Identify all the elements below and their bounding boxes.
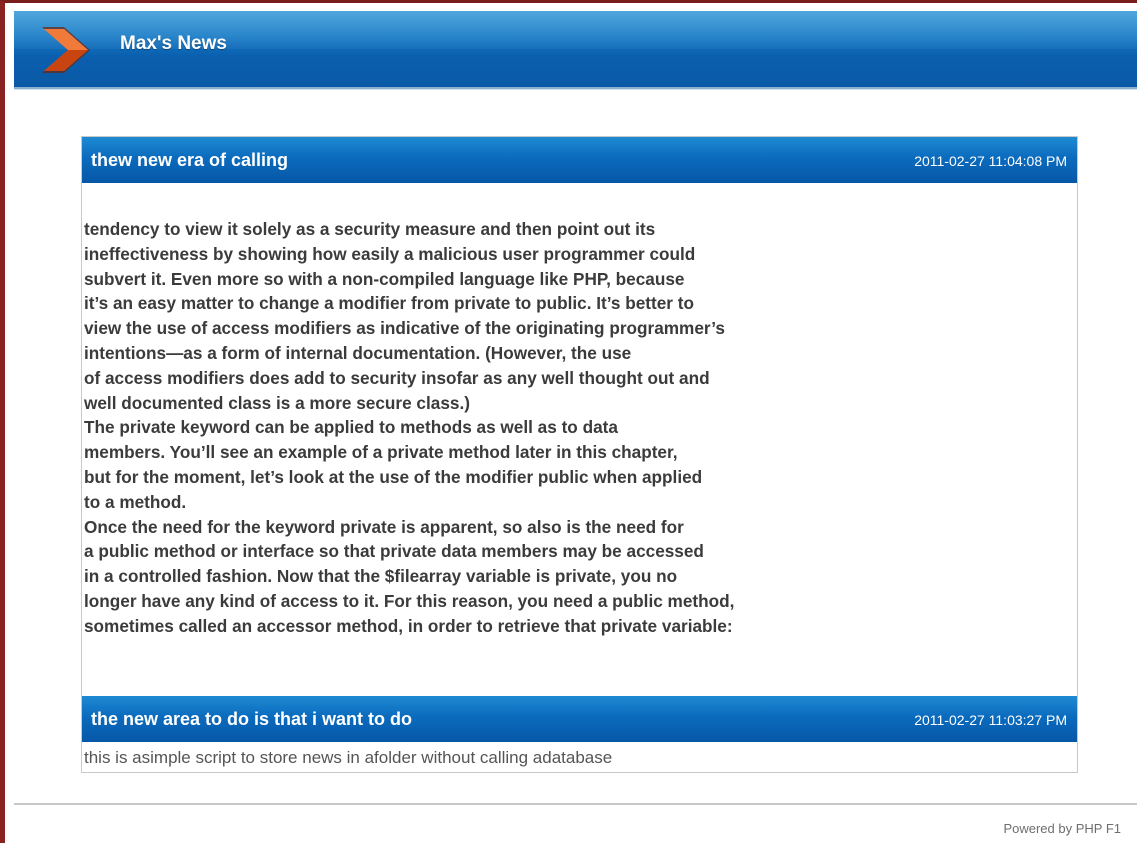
news-body-line: sometimes called an accessor method, in … [84,615,733,636]
news-body-line: longer have any kind of access to it. Fo… [84,590,735,611]
news-body-line: Once the need for the keyword private is… [84,516,684,537]
news-body-line: intentions—as a form of internal documen… [84,342,632,363]
news-body-line: in a controlled fashion. Now that the $f… [84,566,678,587]
news-body-line: subvert it. Even more so with a non-comp… [84,268,685,289]
news-title[interactable]: thew new era of calling [91,150,288,171]
page-frame: Max's News thew new era of calling 2011-… [0,0,1137,843]
news-body-line: a public method or interface so that pri… [84,541,704,562]
news-title[interactable]: the new area to do is that i want to do [91,709,412,730]
news-item-header: thew new era of calling 2011-02-27 11:04… [82,137,1077,183]
news-body-line: to a method. [84,491,187,512]
news-body-line: members. You’ll see an example of a priv… [84,442,678,463]
news-date: 2011-02-27 11:03:27 PM [914,712,1067,728]
news-body-line: The private keyword can be applied to me… [84,417,618,438]
news-item: the new area to do is that i want to do … [82,696,1077,767]
footer-divider [14,803,1137,805]
news-body-line: ineffectiveness by showing how easily a … [84,243,696,264]
news-list: thew new era of calling 2011-02-27 11:04… [81,136,1078,773]
news-body-line: view the use of access modifiers as indi… [84,318,725,339]
news-body-line: but for the moment, let’s look at the us… [84,466,703,487]
footer-powered-by[interactable]: Powered by PHP F1 [1003,821,1121,836]
orange-chevron-icon [42,27,90,73]
news-item: thew new era of calling 2011-02-27 11:04… [82,137,1077,636]
news-body-line: tendency to view it solely as a security… [84,219,656,239]
news-body-line: well documented class is a more secure c… [84,392,470,413]
news-body: this is asimple script to store news in … [84,748,613,767]
site-title[interactable]: Max's News [120,33,227,55]
news-body-line: of access modifiers does add to security… [84,367,710,388]
news-body: tendency to view it solely as a security… [84,217,1064,639]
news-body-line: it’s an easy matter to change a modifier… [84,293,694,314]
site-header: Max's News [14,11,1137,89]
news-item-header: the new area to do is that i want to do … [82,696,1077,742]
news-date: 2011-02-27 11:04:08 PM [914,153,1067,169]
